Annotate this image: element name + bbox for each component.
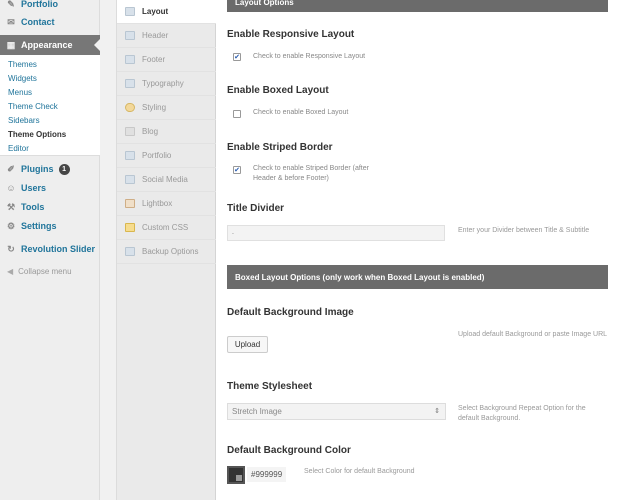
- options-tab-styling[interactable]: Styling: [117, 96, 217, 120]
- typography-icon: [125, 79, 135, 88]
- tab-label: Layout: [142, 7, 169, 16]
- bg-image-desc: Upload default Background or paste Image…: [458, 331, 608, 338]
- options-tab-lightbox[interactable]: Lightbox: [117, 192, 217, 216]
- layout-options-bar: Layout Options: [227, 0, 608, 12]
- options-tab-social-media[interactable]: Social Media: [117, 168, 217, 192]
- submenu-sidebars[interactable]: Sidebars: [8, 116, 40, 125]
- blog-icon: [125, 127, 135, 136]
- footer-icon: [125, 55, 135, 64]
- boxed-checkbox[interactable]: [233, 110, 241, 118]
- portfolio-icon: [125, 151, 135, 160]
- tab-label: Portfolio: [142, 151, 172, 160]
- submenu-menus[interactable]: Menus: [8, 88, 32, 97]
- boxed-options-bar: Boxed Layout Options (only work when Box…: [227, 265, 608, 289]
- stylesheet-select-value: Stretch Image: [232, 407, 282, 416]
- title-divider-heading: Title Divider: [227, 203, 285, 214]
- submenu-widgets[interactable]: Widgets: [8, 74, 37, 83]
- tab-label: Footer: [142, 55, 166, 64]
- tools-icon: ⚒: [6, 201, 16, 212]
- boxed-checkbox-label: Check to enable Boxed Layout: [253, 109, 349, 116]
- options-tab-blog[interactable]: Blog: [117, 120, 217, 144]
- stylesheet-heading: Theme Stylesheet: [227, 381, 313, 392]
- menu-item-contact[interactable]: ✉ Contact: [0, 13, 100, 31]
- tab-label: Header: [142, 31, 169, 40]
- options-tab-layout[interactable]: Layout: [117, 0, 218, 24]
- submenu-themes[interactable]: Themes: [8, 60, 37, 69]
- menu-item-appearance[interactable]: ▦ Appearance: [0, 35, 101, 55]
- users-icon: ☺: [6, 183, 16, 193]
- appearance-icon: ▦: [6, 39, 16, 50]
- title-divider-desc: Enter your Divider between Title & Subti…: [458, 227, 590, 234]
- portfolio-icon: ✎: [7, 0, 15, 9]
- stylesheet-desc: Select Background Repeat Option for the …: [458, 405, 586, 422]
- collapse-label: Collapse menu: [18, 266, 72, 276]
- stylesheet-select[interactable]: Stretch Image ⇕: [227, 403, 446, 420]
- submenu-theme-check[interactable]: Theme Check: [8, 102, 58, 111]
- css-icon: [125, 223, 135, 232]
- bg-color-heading: Default Background Color: [227, 445, 351, 456]
- collapse-menu-button[interactable]: ◀ Collapse menu: [0, 264, 100, 278]
- contact-icon: ✉: [7, 16, 15, 27]
- submenu-theme-options[interactable]: Theme Options: [8, 130, 66, 139]
- menu-item-tools[interactable]: ⚒ Tools: [0, 198, 100, 216]
- menu-label: Plugins: [21, 164, 54, 174]
- upload-button[interactable]: Upload: [227, 336, 268, 353]
- appearance-submenu: Themes Widgets Menus Theme Check Sidebar…: [0, 55, 100, 156]
- settings-icon: ⚙: [6, 220, 16, 231]
- bg-color-desc: Select Color for default Background: [304, 468, 415, 475]
- options-tab-typography[interactable]: Typography: [117, 72, 217, 96]
- options-tab-footer[interactable]: Footer: [117, 48, 217, 72]
- options-tab-custom-css[interactable]: Custom CSS: [117, 216, 217, 240]
- tab-label: Backup Options: [142, 247, 199, 256]
- options-tab-header[interactable]: Header: [117, 24, 217, 48]
- responsive-checkbox[interactable]: ✔: [233, 53, 241, 61]
- tab-label: Typography: [142, 79, 184, 88]
- striped-heading: Enable Striped Border: [227, 142, 333, 153]
- social-icon: [125, 175, 135, 184]
- striped-checkbox-label: Check to enable Striped Border (after He…: [253, 165, 369, 182]
- title-divider-input[interactable]: .: [227, 225, 445, 241]
- options-content: Layout Options Enable Responsive Layout …: [216, 0, 640, 500]
- tab-label: Styling: [142, 103, 167, 112]
- menu-item-settings[interactable]: ⚙ Settings: [0, 217, 100, 235]
- styling-icon: [125, 103, 135, 112]
- menu-item-portfolio[interactable]: ✎ Portfolio: [0, 0, 100, 13]
- options-tab-portfolio[interactable]: Portfolio: [117, 144, 217, 168]
- tab-label: Blog: [142, 127, 159, 136]
- menu-label: Revolution Slider: [21, 244, 96, 254]
- collapse-icon: ◀: [7, 266, 14, 276]
- menu-label: Users: [21, 183, 47, 193]
- layout-icon: [125, 7, 135, 16]
- admin-sidebar: ✎ Portfolio ✉ Contact ▦ Appearance Theme…: [0, 0, 101, 500]
- menu-label: Tools: [21, 202, 45, 212]
- submenu-editor[interactable]: Editor: [8, 144, 29, 153]
- menu-item-revolution-slider[interactable]: ↻ Revolution Slider: [0, 240, 100, 258]
- menu-label: Portfolio: [21, 0, 58, 9]
- color-hex-value[interactable]: #999999: [247, 467, 287, 482]
- menu-item-users[interactable]: ☺ Users: [0, 179, 100, 197]
- menu-item-plugins[interactable]: ✐ Plugins 1: [0, 160, 100, 178]
- lightbox-icon: [125, 199, 135, 208]
- backup-icon: [125, 247, 135, 256]
- tab-label: Custom CSS: [142, 223, 189, 232]
- bg-image-heading: Default Background Image: [227, 307, 354, 318]
- tab-label: Lightbox: [142, 199, 173, 208]
- responsive-checkbox-label: Check to enable Responsive Layout: [253, 53, 366, 60]
- slider-icon: ↻: [7, 243, 15, 254]
- plugins-icon: ✐: [7, 163, 15, 174]
- responsive-heading: Enable Responsive Layout: [227, 29, 355, 40]
- select-arrows-icon: ⇕: [434, 408, 440, 415]
- color-swatch[interactable]: [227, 466, 245, 484]
- menu-label: Appearance: [21, 40, 73, 50]
- boxed-heading: Enable Boxed Layout: [227, 85, 329, 96]
- tab-label: Social Media: [142, 175, 188, 184]
- options-tab-backup-options[interactable]: Backup Options: [117, 240, 217, 264]
- header-icon: [125, 31, 135, 40]
- striped-checkbox[interactable]: ✔: [233, 166, 241, 174]
- plugins-count-badge: 1: [58, 163, 70, 175]
- menu-label: Settings: [21, 221, 57, 231]
- menu-label: Contact: [21, 17, 55, 27]
- options-nav: Layout Header Footer Typography Styling …: [116, 0, 218, 500]
